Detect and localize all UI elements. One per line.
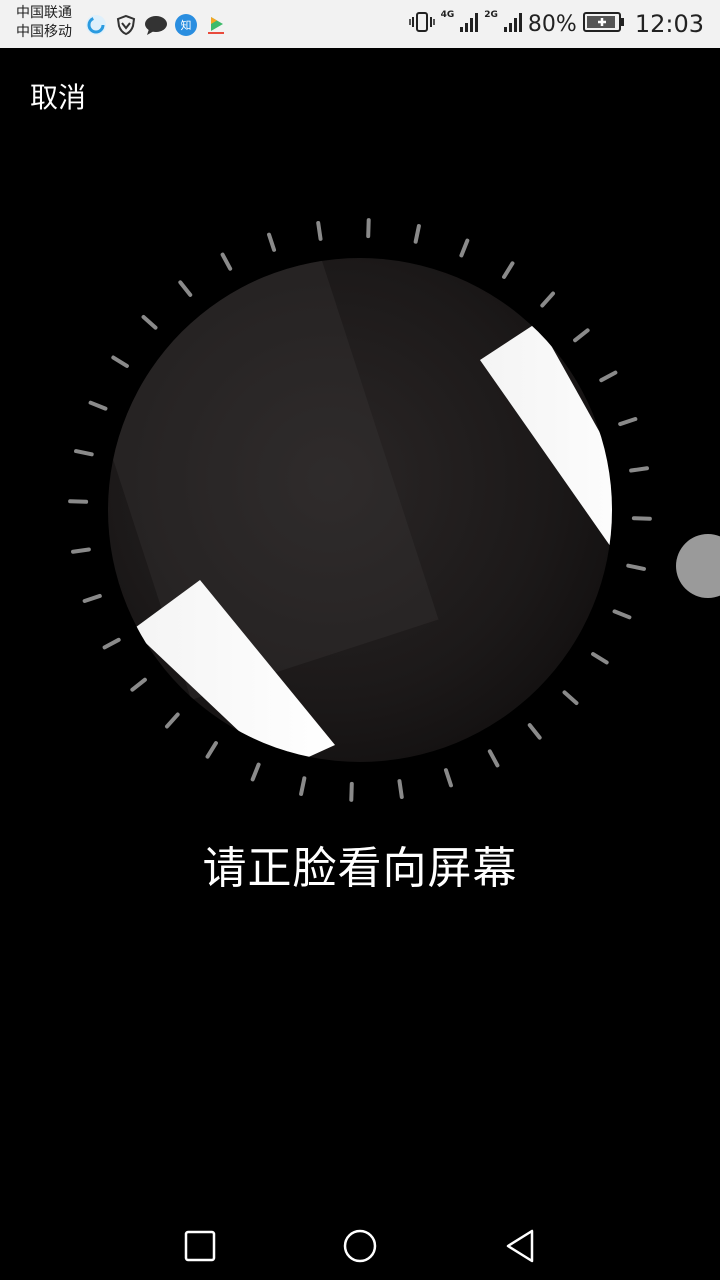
network-type-1: 4G [440, 10, 455, 20]
vibrate-icon [408, 11, 435, 37]
network-type-2: 2G [484, 10, 498, 20]
battery-icon [582, 11, 625, 37]
progress-tick [88, 400, 108, 411]
circle-app-icon [84, 13, 108, 37]
status-bar: 中国联通 中国移动 知 4G 2G 80% 12:03 [0, 0, 720, 48]
camera-preview-graphic [68, 218, 652, 802]
progress-tick [250, 762, 261, 782]
progress-tick [443, 768, 453, 788]
carrier-mobile: 中国移动 [16, 24, 72, 40]
camera-preview [108, 258, 612, 762]
progress-tick [527, 723, 542, 740]
battery-percent: 80% [527, 11, 577, 37]
progress-tick [165, 712, 180, 729]
progress-tick [267, 232, 277, 252]
progress-tick [599, 370, 618, 383]
progress-tick [591, 652, 609, 665]
progress-tick [82, 593, 102, 603]
progress-tick [413, 224, 421, 244]
carrier-labels: 中国联通 中国移动 [16, 4, 72, 42]
progress-tick [618, 417, 638, 427]
shield-icon [114, 13, 138, 37]
progress-tick [102, 637, 121, 650]
clock: 12:03 [634, 10, 704, 38]
progress-tick [316, 221, 323, 241]
system-status: 4G 2G 80% 12:03 [408, 10, 704, 38]
recents-square-icon[interactable] [180, 1226, 220, 1266]
navigation-bar [0, 1208, 720, 1280]
svg-text:知: 知 [181, 18, 192, 32]
cancel-button[interactable]: 取消 [30, 78, 86, 118]
progress-tick [612, 609, 632, 620]
progress-tick [540, 291, 555, 308]
progress-tick [74, 449, 94, 457]
progress-tick [459, 238, 470, 258]
face-verification-screen: 中国联通 中国移动 知 4G 2G 80% 12:03 取消 请正脸看向屏幕 [0, 0, 720, 1280]
progress-tick [205, 741, 218, 759]
progress-tick [573, 328, 590, 343]
floating-assistive-ball[interactable] [676, 534, 720, 598]
progress-tick [487, 749, 500, 768]
progress-tick [502, 261, 515, 279]
notification-icons: 知 [84, 12, 228, 38]
progress-tick [626, 563, 646, 571]
progress-tick [111, 355, 129, 368]
progress-tick [178, 280, 193, 297]
zhihu-icon: 知 [174, 13, 198, 37]
progress-tick [562, 690, 579, 705]
face-prompt: 请正脸看向屏幕 [202, 843, 518, 894]
progress-tick [397, 779, 404, 799]
carrier-unicom: 中国联通 [16, 5, 72, 21]
chat-bubble-icon [144, 13, 168, 37]
video-app-icon [204, 13, 228, 37]
progress-tick [299, 776, 307, 796]
progress-tick [220, 252, 233, 271]
progress-tick [629, 466, 649, 473]
face-capture-area [60, 210, 660, 810]
progress-tick [71, 547, 91, 554]
home-circle-icon[interactable] [340, 1226, 380, 1266]
back-triangle-icon[interactable] [500, 1226, 540, 1266]
signal-icon-1 [460, 11, 479, 37]
signal-icon-2 [503, 11, 522, 37]
progress-tick [141, 315, 158, 330]
progress-tick [130, 677, 147, 692]
